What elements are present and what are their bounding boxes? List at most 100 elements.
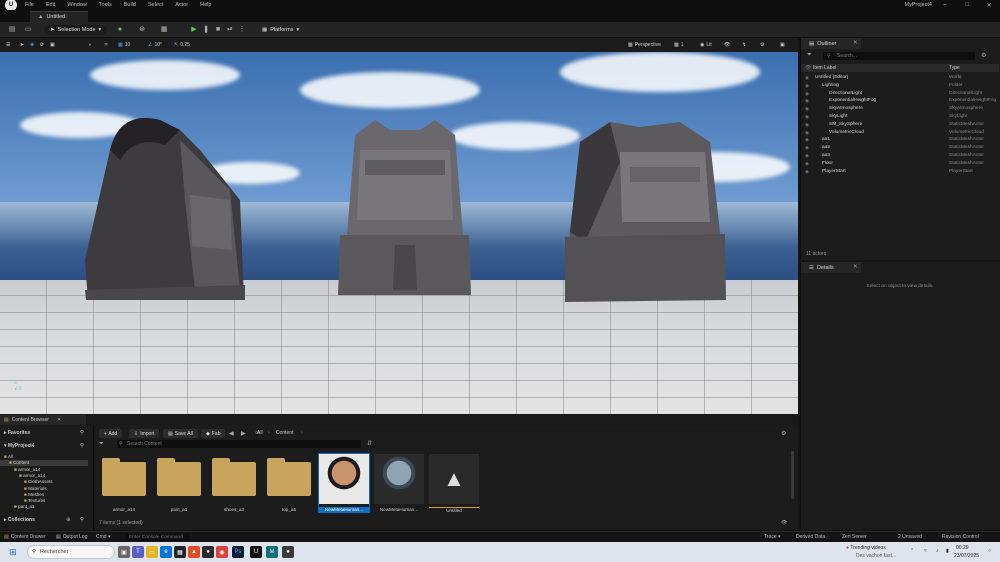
tab-content-browser[interactable]: ▤ Content Browser ✕ [0, 415, 86, 425]
sort-icon[interactable]: ⇵ [367, 440, 372, 447]
outliner-row[interactable]: ◉ ExponentialHeightFog ExponentialHeightFo… [801, 97, 999, 105]
scale-snap-value[interactable]: ⇱ 0.25 [174, 41, 190, 49]
visibility-eye-icon[interactable]: ◉ [805, 121, 809, 129]
level-viewport[interactable]: Z ↲X [0, 52, 798, 414]
outliner-row[interactable]: ◉ Lighting Folder [801, 82, 999, 90]
fab-button[interactable]: ◆ Fab [201, 429, 226, 438]
close-icon[interactable]: ✕ [978, 0, 1000, 10]
output-log-button[interactable]: ▤ Output Log [56, 534, 87, 540]
save-all-button[interactable]: ▤ Save All [163, 429, 198, 438]
metahuman-icon[interactable]: M [266, 546, 278, 558]
photoshop-icon[interactable]: Ps [232, 546, 244, 558]
folder-tree-item[interactable]: ■ Materials [0, 486, 88, 492]
console-input[interactable]: Enter Console Command [126, 534, 190, 541]
perspective-dropdown[interactable]: ▩ Perspective [628, 41, 661, 49]
blueprint-icon[interactable]: ⊛ [138, 26, 146, 34]
menu-edit[interactable]: Edit [46, 2, 55, 8]
platforms-dropdown[interactable]: ▦ Platforms ▾ [258, 25, 303, 35]
asset-tile[interactable]: NewMetaHuman... [318, 453, 370, 513]
outliner-row[interactable]: ◉ aa1 StaticMeshActor [801, 136, 999, 144]
more-options-icon[interactable]: ⋮ [238, 26, 246, 34]
armor-vest-center[interactable] [335, 120, 475, 300]
outliner-row[interactable]: ◉ Floor StaticMeshActor [801, 160, 999, 168]
asset-tile[interactable]: top_a6 [264, 454, 314, 512]
visibility-eye-icon[interactable]: ◉ [805, 136, 809, 144]
store-icon[interactable]: ▦ [174, 546, 186, 558]
visibility-eye-icon[interactable]: ◉ [805, 168, 809, 176]
realtime-icon[interactable]: ↯ [742, 41, 746, 49]
folder-tree-item[interactable]: ■ pant_a1 [0, 504, 88, 510]
viewport-options-icon[interactable]: ☰ [6, 41, 10, 49]
rotate-snap-value[interactable]: ∠ 10° [148, 41, 162, 49]
clock-date[interactable]: 23/07/2025 [954, 553, 979, 559]
view-mode-dropdown[interactable]: ◉ Lit [700, 41, 712, 49]
settings-icon[interactable]: ⚙ [781, 430, 786, 437]
favorites-section[interactable]: ▸ Favorites [4, 430, 30, 436]
scale-icon[interactable]: ▣ [50, 41, 55, 49]
close-tab-icon[interactable]: ✕ [853, 264, 858, 270]
task-view-icon[interactable]: ▣ [118, 546, 130, 558]
armor-vest-right[interactable] [560, 122, 730, 302]
selection-mode-dropdown[interactable]: ➤ Selection Mode ▾ [44, 25, 108, 35]
outliner-row[interactable]: ◉ PlayerStart PlayerStart [801, 168, 999, 176]
play-icon[interactable]: ▶ [190, 26, 198, 34]
search-favorites-icon[interactable]: ⚲ [80, 430, 84, 436]
tab-outliner[interactable]: ▤ Outliner [801, 38, 861, 49]
notification-icon[interactable]: ○ [988, 548, 991, 554]
search-project-icon[interactable]: ⚲ [80, 443, 84, 449]
maximize-icon[interactable]: □ [956, 0, 978, 10]
folder-tree-item[interactable]: ■ Meshes [0, 492, 88, 498]
visibility-eye-icon[interactable]: ◉ [805, 90, 809, 98]
news-widget[interactable]: ● Trending videos [846, 545, 886, 551]
menu-help[interactable]: Help [200, 2, 211, 8]
outliner-row[interactable]: ◉ aa2 StaticMeshActor [801, 144, 999, 152]
minimize-icon[interactable]: – [934, 0, 956, 10]
show-flags-icon[interactable]: 👁 [724, 41, 730, 49]
file-explorer-icon[interactable]: ▭ [146, 546, 158, 558]
outliner-settings-icon[interactable]: ⚙ [981, 52, 986, 59]
folder-tree-item[interactable]: ■ Content [0, 460, 88, 467]
wifi-icon[interactable]: ≈ [924, 548, 927, 554]
import-button[interactable]: ⇩ Import [129, 429, 160, 438]
content-drawer-button[interactable]: ▤ Content Drawer [4, 534, 46, 540]
menu-window[interactable]: Window [67, 2, 87, 8]
visibility-eye-icon[interactable]: ◉ [805, 82, 809, 90]
outliner-row[interactable]: ◉ VolumetricCloud VolumetricCloud [801, 129, 999, 137]
folder-icon[interactable]: ▭ [24, 26, 32, 34]
asset-tile[interactable]: ▲ Untitled [429, 454, 479, 513]
derived-data-button[interactable]: Derived Data [796, 534, 825, 540]
asset-tile[interactable]: shoes_a3 [209, 454, 259, 512]
volume-icon[interactable]: ♪ [936, 548, 939, 554]
tab-level[interactable]: ▲ Untitled [30, 11, 88, 22]
asset-tile[interactable]: NewMetaHuman... [374, 454, 424, 512]
settings-icon[interactable]: ⚙ [760, 41, 764, 49]
menu-actor[interactable]: Actor [175, 2, 188, 8]
visibility-eye-icon[interactable]: ◉ [805, 144, 809, 152]
save-icon[interactable]: ▤ [8, 26, 16, 34]
folder-tree-item[interactable]: ■ ClothAssets [0, 479, 88, 485]
history-forward-icon[interactable]: ▶ [241, 430, 246, 437]
menu-select[interactable]: Select [148, 2, 163, 8]
world-local-icon[interactable]: ◑ [88, 41, 91, 49]
visibility-eye-icon[interactable]: ◉ [805, 97, 809, 105]
zen-server-button[interactable]: Zen Server [842, 534, 867, 540]
battery-icon[interactable]: ▮ [946, 548, 949, 554]
edge-icon[interactable]: e [160, 546, 172, 558]
app-icon[interactable]: ● [202, 546, 214, 558]
maximize-viewport-icon[interactable]: ▣ [780, 41, 785, 49]
tab-details[interactable]: ☰ Details [801, 262, 861, 273]
folder-tree-item[interactable]: ■ Textures [0, 498, 88, 504]
content-search-input[interactable]: ⚲ Search Content [117, 440, 361, 448]
chrome-icon[interactable]: ◉ [216, 546, 228, 558]
folder-tree-item[interactable]: ■ armor_a14 [0, 473, 88, 479]
view-options-icon[interactable]: 👁 [781, 520, 787, 526]
add-button[interactable]: + Add [99, 429, 123, 438]
outliner-row[interactable]: ◉ SkyAtmosphere SkyAtmosphere [801, 105, 999, 113]
revision-control-button[interactable]: Revision Control [942, 534, 979, 540]
trace-button[interactable]: Trace ▾ [764, 534, 781, 540]
camera-speed-dropdown[interactable]: ▩ 1 [674, 41, 684, 49]
col-type[interactable]: Type [949, 65, 960, 71]
windows-start-icon[interactable]: ⊞ [7, 546, 19, 558]
visibility-eye-icon[interactable]: ◉ [805, 129, 809, 137]
menu-tools[interactable]: Tools [99, 2, 112, 8]
